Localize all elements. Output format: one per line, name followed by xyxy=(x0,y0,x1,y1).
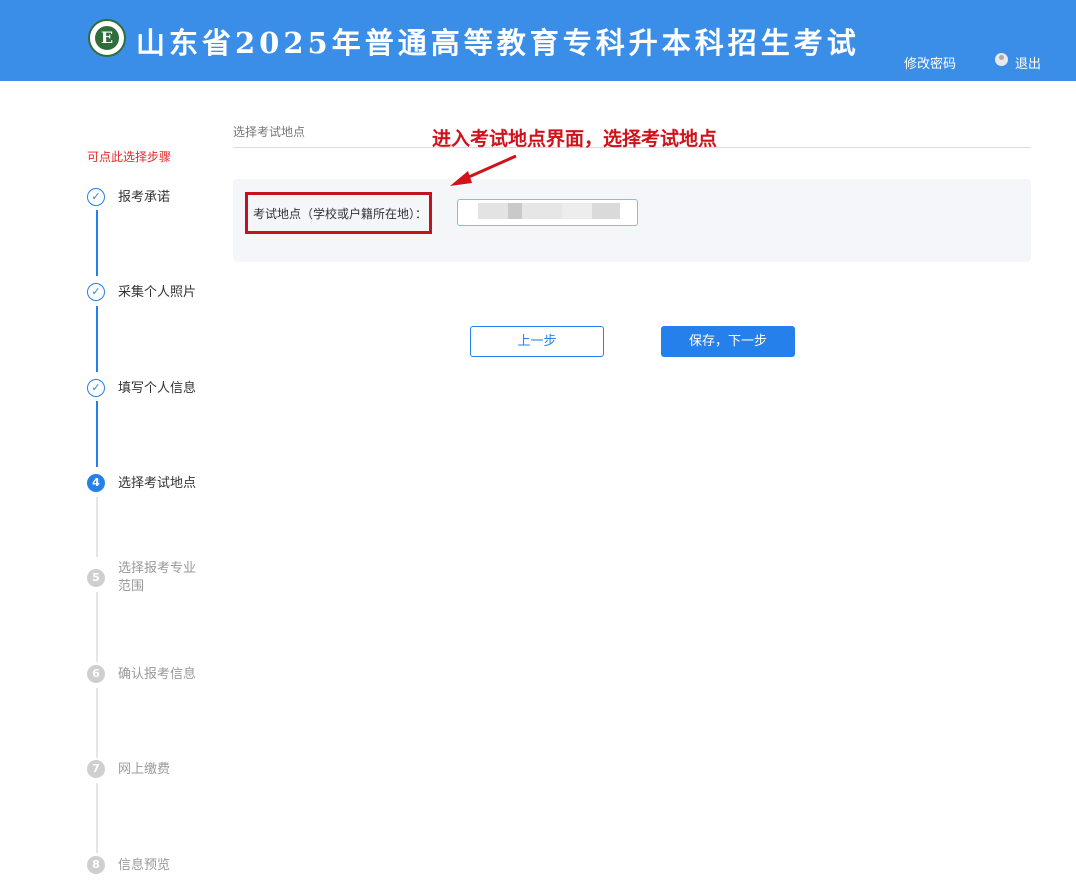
step-number: 8 xyxy=(87,856,105,874)
step-connector xyxy=(96,306,98,372)
section-title: 选择考试地点 xyxy=(233,125,306,139)
blurred-value xyxy=(592,203,620,219)
step-connector xyxy=(96,497,98,557)
step-number: 7 xyxy=(87,760,105,778)
step-connector xyxy=(96,401,98,467)
step-connector xyxy=(96,688,98,758)
step-connector xyxy=(96,783,98,853)
logout-link[interactable]: 退出 xyxy=(1015,53,1041,72)
step-connector xyxy=(96,210,98,276)
logo-letter: E xyxy=(95,26,119,50)
step-label: 网上缴费 xyxy=(118,762,171,777)
step-number: 6 xyxy=(87,665,105,683)
blurred-value xyxy=(562,203,592,219)
step-number: 4 xyxy=(87,474,105,492)
blurred-value xyxy=(522,203,562,219)
step-hint: 可点此选择步骤 xyxy=(87,150,172,164)
check-icon: ✓ xyxy=(87,188,105,206)
exam-logo: E xyxy=(88,19,126,57)
blurred-value xyxy=(478,203,508,219)
site-title: 山东省2025年普通高等教育专科升本科招生考试 xyxy=(136,26,860,60)
step-label: 填写个人信息 xyxy=(118,381,197,396)
annotation-arrow-icon xyxy=(450,154,517,186)
step-label: 选择报考专业范围 xyxy=(118,561,197,594)
step-connector xyxy=(96,592,98,662)
prev-step-button[interactable]: 上一步 xyxy=(470,326,604,357)
blurred-value xyxy=(508,203,522,219)
check-icon: ✓ xyxy=(87,379,105,397)
step-label: 采集个人照片 xyxy=(118,285,197,300)
check-icon: ✓ xyxy=(87,283,105,301)
step-label: 确认报考信息 xyxy=(118,667,197,682)
annotation-text: 进入考试地点界面，选择考试地点 xyxy=(432,128,718,150)
annotation-highlight-box xyxy=(245,192,432,234)
save-next-button[interactable]: 保存，下一步 xyxy=(661,326,795,357)
top-header: E 山东省2025年普通高等教育专科升本科招生考试 修改密码 退出 xyxy=(0,0,1076,81)
step-label: 报考承诺 xyxy=(118,190,171,205)
step-label: 选择考试地点 xyxy=(118,476,197,491)
step-number: 5 xyxy=(87,569,105,587)
change-password-link[interactable]: 修改密码 xyxy=(904,53,956,72)
step-label: 信息预览 xyxy=(118,858,171,873)
user-icon xyxy=(995,53,1008,66)
